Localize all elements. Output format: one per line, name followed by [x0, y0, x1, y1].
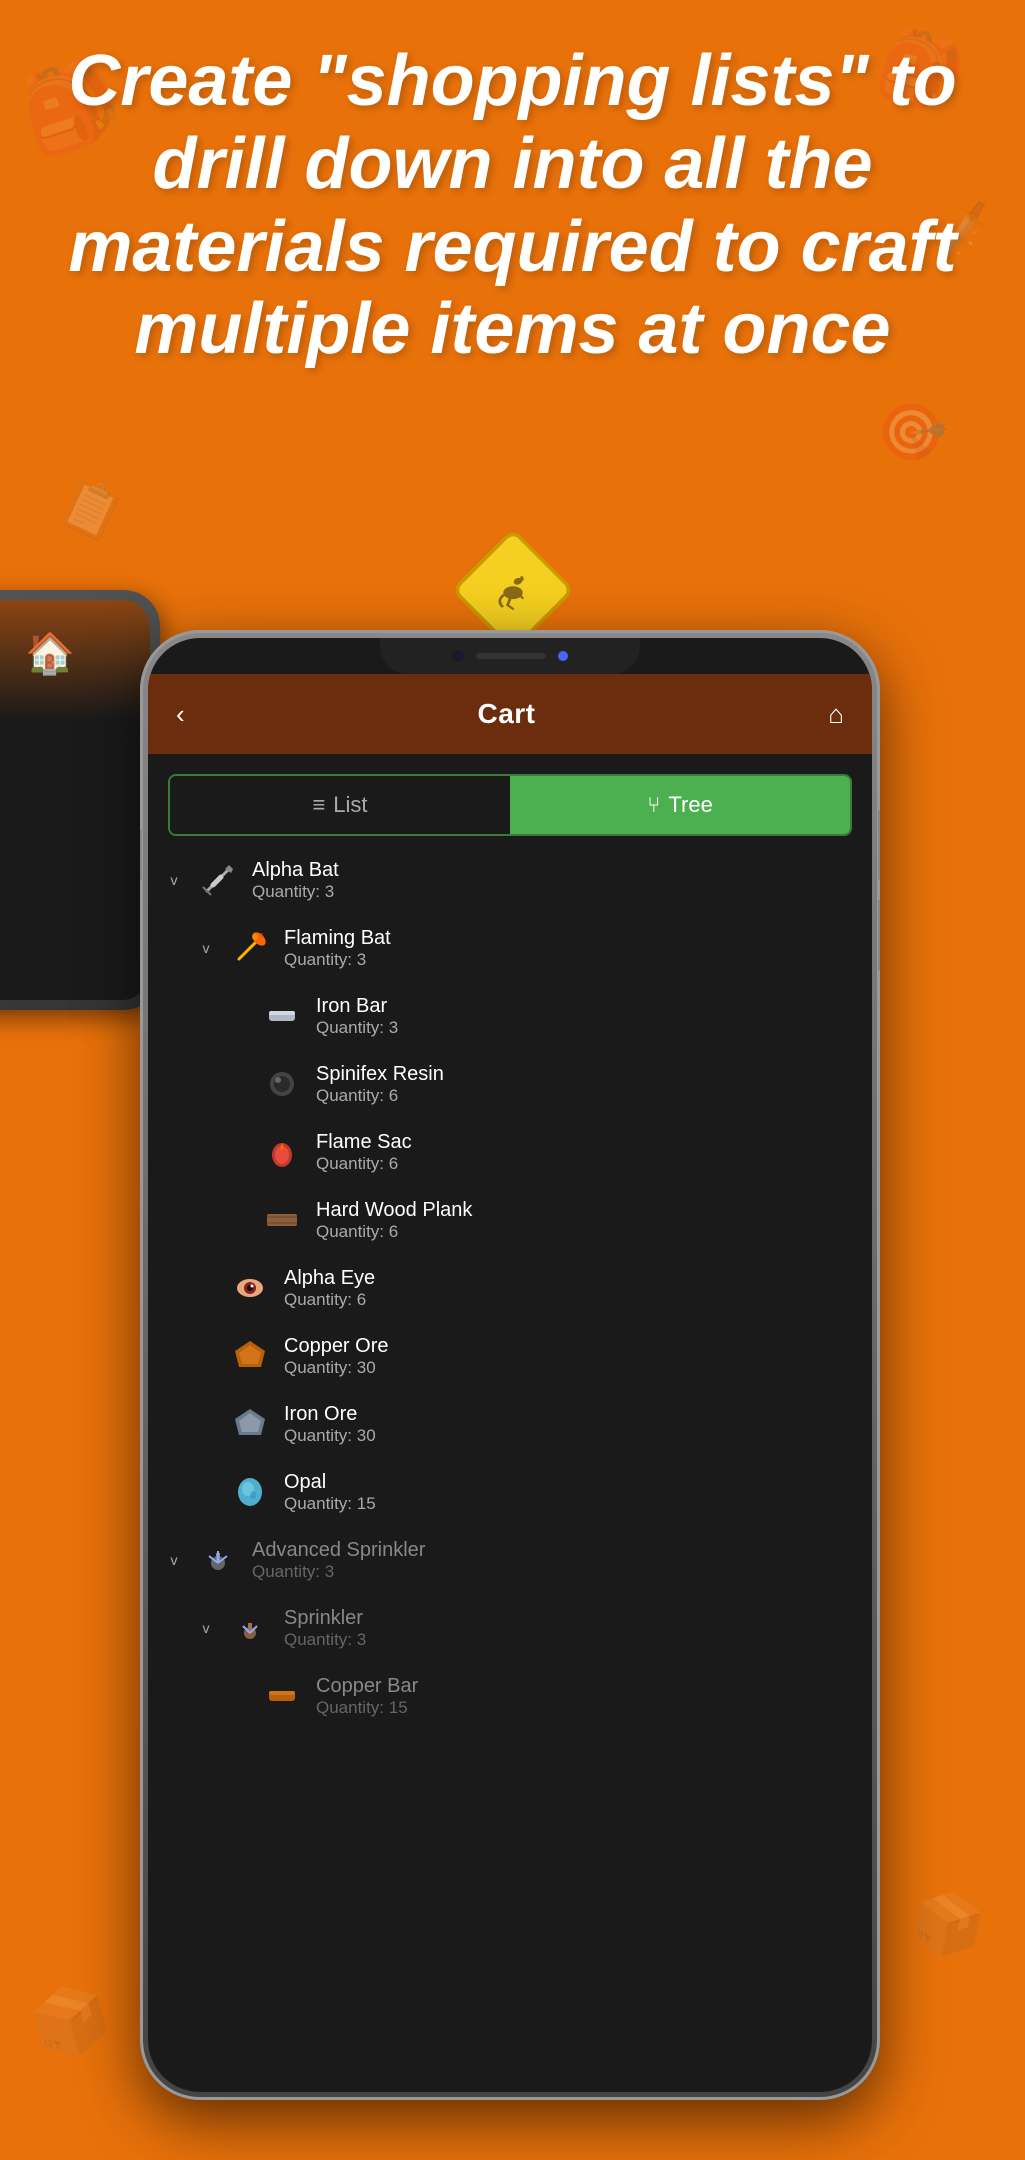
list-item: Spinifex ResinQuantity: 6	[148, 1050, 872, 1118]
item-quantity: Quantity: 6	[284, 1290, 375, 1310]
list-item: Iron OreQuantity: 30	[148, 1390, 872, 1458]
tab-bar: ≡ List ⑂ Tree	[168, 774, 852, 836]
item-name: Sprinkler	[284, 1607, 366, 1630]
list-item: v Alpha BatQuantity: 3	[148, 846, 872, 914]
power-button-2	[878, 900, 880, 970]
item-icon-copper-ore	[228, 1334, 272, 1378]
item-name: Flaming Bat	[284, 927, 391, 950]
list-item: v Flaming BatQuantity: 3	[148, 914, 872, 982]
chevron-icon[interactable]: v	[196, 1620, 216, 1636]
item-quantity: Quantity: 3	[252, 882, 339, 902]
item-info: Iron BarQuantity: 3	[316, 995, 398, 1038]
item-info: OpalQuantity: 15	[284, 1471, 376, 1514]
list-item: v Advanced SprinklerQuantity: 3	[148, 1526, 872, 1594]
phone-notch	[380, 638, 640, 674]
item-icon-flame-sac	[260, 1130, 304, 1174]
item-info: Hard Wood PlankQuantity: 6	[316, 1199, 472, 1242]
notch-pill	[476, 653, 546, 659]
item-name: Copper Ore	[284, 1335, 389, 1358]
item-icon-resin	[260, 1062, 304, 1106]
item-name: Advanced Sprinkler	[252, 1539, 425, 1562]
item-name: Alpha Bat	[252, 859, 339, 882]
phone-main: ‹ Cart ⌂ ≡ List ⑂ Tree vAlpha BatQuantit…	[140, 630, 880, 2100]
list-item: Iron BarQuantity: 3	[148, 982, 872, 1050]
tab-tree[interactable]: ⑂ Tree	[510, 776, 850, 834]
item-icon-alpha-eye	[228, 1266, 272, 1310]
item-info: Advanced SprinklerQuantity: 3	[252, 1539, 425, 1582]
item-icon-copper-bar	[260, 1674, 304, 1718]
status-dot	[558, 651, 568, 661]
item-icon-flaming-bat	[228, 926, 272, 970]
item-quantity: Quantity: 15	[284, 1494, 376, 1514]
item-name: Iron Ore	[284, 1403, 376, 1426]
item-icon-iron-ore	[228, 1402, 272, 1446]
item-icon-iron-bar	[260, 994, 304, 1038]
item-name: Spinifex Resin	[316, 1063, 444, 1086]
item-quantity: Quantity: 30	[284, 1426, 376, 1446]
phone-left: 🏠	[0, 590, 160, 1010]
screen-title: Cart	[477, 698, 535, 730]
item-info: Spinifex ResinQuantity: 6	[316, 1063, 444, 1106]
item-icon-opal	[228, 1470, 272, 1514]
item-name: Flame Sac	[316, 1131, 412, 1154]
list-item: Flame SacQuantity: 6	[148, 1118, 872, 1186]
item-name: Copper Bar	[316, 1675, 418, 1698]
tab-tree-label: Tree	[668, 792, 712, 818]
list-icon: ≡	[312, 792, 325, 818]
item-quantity: Quantity: 6	[316, 1154, 412, 1174]
item-quantity: Quantity: 6	[316, 1086, 444, 1106]
headline-text: Create "shopping lists" to drill down in…	[30, 40, 995, 371]
item-quantity: Quantity: 3	[316, 1018, 398, 1038]
list-item: Hard Wood PlankQuantity: 6	[148, 1186, 872, 1254]
item-quantity: Quantity: 3	[284, 950, 391, 970]
tab-list-label: List	[333, 792, 367, 818]
item-quantity: Quantity: 30	[284, 1358, 389, 1378]
item-name: Hard Wood Plank	[316, 1199, 472, 1222]
list-item: Alpha EyeQuantity: 6	[148, 1254, 872, 1322]
headline-section: Create "shopping lists" to drill down in…	[0, 40, 1025, 371]
item-list: vAlpha BatQuantity: 3vFlaming BatQuantit…	[148, 836, 872, 1740]
camera-dot	[452, 650, 464, 662]
item-info: Iron OreQuantity: 30	[284, 1403, 376, 1446]
back-button[interactable]: ‹	[176, 699, 185, 730]
item-info: Alpha EyeQuantity: 6	[284, 1267, 375, 1310]
item-info: Flame SacQuantity: 6	[316, 1131, 412, 1174]
tab-list[interactable]: ≡ List	[170, 776, 510, 834]
item-name: Alpha Eye	[284, 1267, 375, 1290]
item-icon-sprinkler	[228, 1606, 272, 1650]
item-info: Alpha BatQuantity: 3	[252, 859, 339, 902]
item-quantity: Quantity: 6	[316, 1222, 472, 1242]
list-item: Copper BarQuantity: 15	[148, 1662, 872, 1730]
list-item: v SprinklerQuantity: 3	[148, 1594, 872, 1662]
phone-left-screen: 🏠	[0, 600, 150, 1000]
item-info: Flaming BatQuantity: 3	[284, 927, 391, 970]
item-name: Opal	[284, 1471, 376, 1494]
item-icon-sword	[196, 858, 240, 902]
chevron-icon[interactable]: v	[164, 872, 184, 888]
item-info: Copper OreQuantity: 30	[284, 1335, 389, 1378]
volume-button	[140, 830, 142, 880]
app-header: ‹ Cart ⌂	[148, 674, 872, 754]
item-info: SprinklerQuantity: 3	[284, 1607, 366, 1650]
item-info: Copper BarQuantity: 15	[316, 1675, 418, 1718]
item-name: Iron Bar	[316, 995, 398, 1018]
list-item: Copper OreQuantity: 30	[148, 1322, 872, 1390]
chevron-icon[interactable]: v	[196, 940, 216, 956]
item-quantity: Quantity: 3	[284, 1630, 366, 1650]
list-item: OpalQuantity: 15	[148, 1458, 872, 1526]
phone-screen: ‹ Cart ⌂ ≡ List ⑂ Tree vAlpha BatQuantit…	[148, 638, 872, 2092]
chevron-icon[interactable]: v	[164, 1552, 184, 1568]
home-button[interactable]: ⌂	[828, 699, 844, 730]
item-icon-wood-plank	[260, 1198, 304, 1242]
item-icon-advanced-sprinkler	[196, 1538, 240, 1582]
power-button	[878, 810, 880, 880]
item-quantity: Quantity: 15	[316, 1698, 418, 1718]
home-icon-left: 🏠	[25, 630, 75, 677]
item-quantity: Quantity: 3	[252, 1562, 425, 1582]
tree-icon: ⑂	[647, 792, 660, 818]
